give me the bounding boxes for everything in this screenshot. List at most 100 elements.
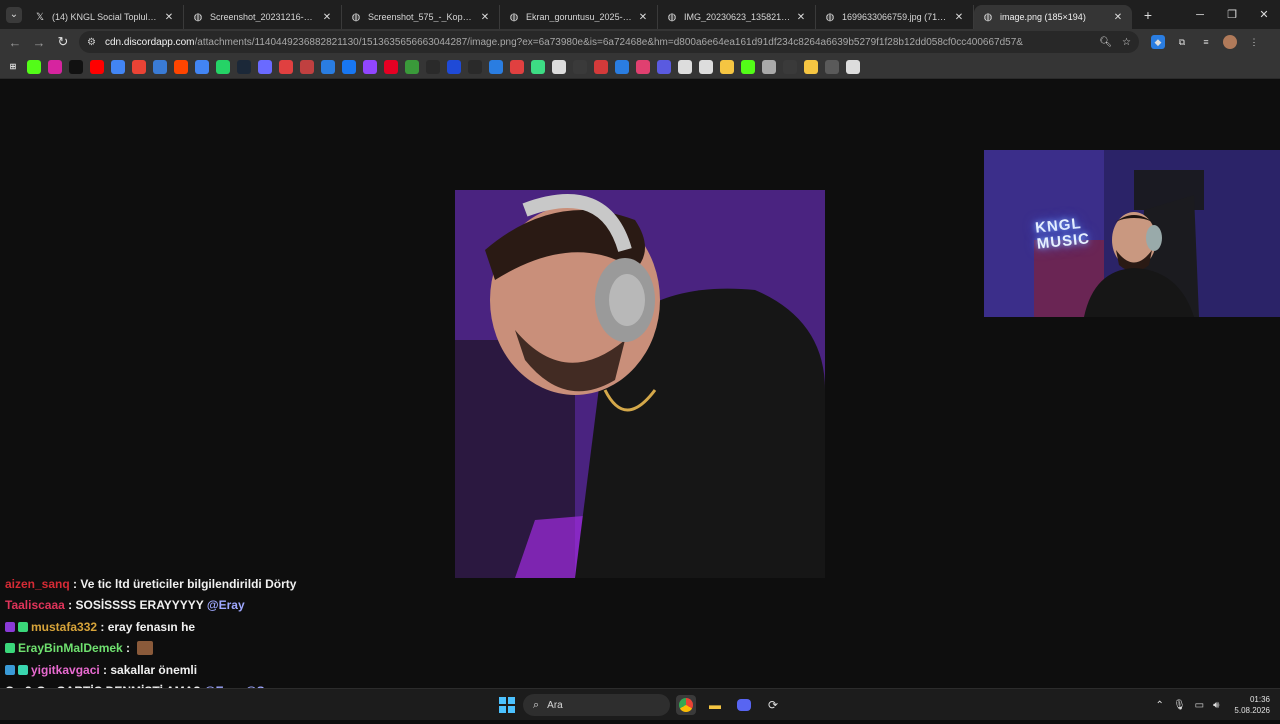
bookmark-chat-icon[interactable] (489, 59, 503, 74)
tab-search-button[interactable]: ⌄ (6, 6, 22, 23)
window-controls: ─ ❐ ✕ (1184, 0, 1280, 29)
bookmark-x-icon[interactable] (69, 59, 83, 74)
bookmark-video-icon[interactable] (279, 59, 293, 74)
zoom-icon[interactable]: 🔍︎ (1099, 37, 1112, 48)
minimize-button[interactable]: ─ (1184, 0, 1216, 29)
chat-message: aizen_sanq : Ve tic ltd üreticiler bilgi… (5, 573, 385, 595)
chat-username: yigitkavgaci (31, 662, 100, 677)
taskbar-search-placeholder: Ara (547, 699, 563, 711)
back-button[interactable]: ← (3, 30, 27, 54)
apps-grid-icon[interactable]: ⊞ (6, 60, 20, 74)
chat-text: : SOSİSSSS ERAYYYYY (64, 598, 207, 613)
file-explorer-icon[interactable]: ▬ (705, 695, 725, 715)
taskbar-clock[interactable]: 01:36 5.08.2026 (1234, 694, 1270, 716)
bookmark-terminal-icon[interactable] (468, 59, 482, 74)
chat-text: : eray fenasın he (97, 619, 196, 634)
extension-shield-icon[interactable]: ◆ (1151, 35, 1165, 49)
bookmark-bold-icon[interactable] (447, 59, 461, 74)
windows-taskbar: ⌕ Ara ▬ ⟳ ⌃ 🎙︎ ▭ 🔊︎ 01:36 5.08.2026 (0, 688, 1280, 720)
reload-button[interactable]: ↻ (51, 30, 75, 54)
bookmark-forward-icon[interactable] (615, 59, 629, 74)
chat-badge-icon (18, 664, 28, 675)
browser-tab[interactable]: 𝕏 (14) KNGL Social Topluluk / X ✕ (26, 5, 184, 29)
bookmark-game-icon[interactable] (825, 59, 839, 74)
display-icon[interactable]: ▭ (1195, 700, 1204, 711)
bookmark-instagram-icon[interactable] (48, 59, 62, 74)
app-taskbar-icon[interactable]: ⟳ (763, 695, 783, 715)
volume-icon[interactable]: 🔊︎ (1213, 700, 1219, 711)
taskbar-search[interactable]: ⌕ Ara (523, 694, 670, 716)
search-icon: ⌕ (533, 698, 540, 711)
extensions-puzzle-icon[interactable]: ⧉ (1175, 35, 1189, 49)
bookmark-android-icon[interactable] (531, 59, 545, 74)
bookmark-google-icon[interactable] (111, 59, 125, 74)
bookmark-tv-icon[interactable] (783, 59, 797, 74)
bookmark-link-icon[interactable] (258, 59, 272, 74)
bookmark-grid-icon[interactable] (846, 59, 860, 74)
bookmark-facebook-icon[interactable] (342, 59, 356, 74)
microphone-icon[interactable]: 🎙︎ (1173, 700, 1186, 711)
bookmark-folder-icon[interactable] (804, 59, 818, 74)
bookmark-reddit-icon[interactable] (174, 59, 188, 74)
start-button[interactable] (499, 697, 515, 713)
chat-text: : Ve tic ltd üreticiler bilgilendirildi … (69, 576, 297, 591)
browser-tab[interactable]: ◍ 1699633066759.jpg (716×1000 ✕ (816, 5, 974, 29)
close-window-button[interactable]: ✕ (1248, 0, 1280, 29)
bookmark-pinterest-icon[interactable] (384, 59, 398, 74)
tab-title: (14) KNGL Social Topluluk / X (52, 12, 159, 22)
bookmark-play-icon[interactable] (321, 59, 335, 74)
chrome-taskbar-icon[interactable] (676, 695, 696, 715)
close-tab-icon[interactable]: ✕ (953, 12, 965, 23)
bookmark-image-icon[interactable] (300, 59, 314, 74)
bookmark-shape-icon[interactable] (510, 59, 524, 74)
bookmark-whatsapp-icon[interactable] (216, 59, 230, 74)
bookmark-app-icon[interactable] (405, 59, 419, 74)
bookmark-tool-icon[interactable] (762, 59, 776, 74)
bookmark-twitch-icon[interactable] (363, 59, 377, 74)
chat-mention: @Eray (206, 598, 245, 613)
bookmark-browser-icon[interactable] (552, 59, 566, 74)
bookmark-weather-icon[interactable] (153, 59, 167, 74)
bookmark-pacman-icon[interactable] (720, 59, 734, 74)
browser-tab[interactable]: ◍ image.png (185×194) ✕ (974, 5, 1132, 29)
chat-text: : sakallar önemli (99, 662, 198, 677)
bookmark-link-icon[interactable] (636, 59, 650, 74)
profile-avatar[interactable] (1223, 35, 1237, 49)
close-tab-icon[interactable]: ✕ (795, 12, 807, 23)
bookmark-steam-icon[interactable] (237, 59, 251, 74)
menu-kebab-icon[interactable]: ⋮ (1247, 35, 1261, 49)
site-info-icon[interactable]: ⚙ (87, 37, 99, 48)
browser-tab[interactable]: ◍ Ekran_goruntusu_2025-11-05_ ✕ (500, 5, 658, 29)
close-tab-icon[interactable]: ✕ (479, 12, 491, 23)
bookmark-star-icon[interactable]: ☆ (1122, 37, 1131, 48)
tray-chevron-up-icon[interactable]: ⌃ (1156, 700, 1164, 711)
bookmark-image-icon[interactable] (678, 59, 692, 74)
chat-message: Taaliscaaa : SOSİSSSS ERAYYYYY @Eray (5, 595, 385, 617)
browser-tab[interactable]: ◍ IMG_20230623_135821.png (72 ✕ (658, 5, 816, 29)
close-tab-icon[interactable]: ✕ (637, 12, 649, 23)
browser-tab[interactable]: ◍ Screenshot_575_-_Kopya.png (✕ (342, 5, 500, 29)
bookmark-square-icon[interactable] (657, 59, 671, 74)
bookmark-link-icon[interactable] (426, 59, 440, 74)
bookmark-stack-icon[interactable] (699, 59, 713, 74)
reading-list-icon[interactable]: ≡ (1199, 35, 1213, 49)
bookmark-kick-icon[interactable] (741, 59, 755, 74)
close-tab-icon[interactable]: ✕ (163, 12, 175, 23)
close-tab-icon[interactable]: ✕ (1112, 12, 1124, 23)
bookmark-keyboard-icon[interactable] (573, 59, 587, 74)
maximize-button[interactable]: ❐ (1216, 0, 1248, 29)
address-bar[interactable]: ⚙ cdn.discordapp.com /attachments/114044… (79, 31, 1139, 53)
forward-button[interactable]: → (27, 30, 51, 54)
browser-tab[interactable]: ◍ Screenshot_20231216-200306_ ✕ (184, 5, 342, 29)
person-with-headphones-image (455, 190, 825, 578)
bookmark-translate-icon[interactable] (195, 59, 209, 74)
bookmark-kick-icon[interactable] (27, 59, 41, 74)
bookmark-gmail-icon[interactable] (132, 59, 146, 74)
close-tab-icon[interactable]: ✕ (321, 12, 333, 23)
new-tab-button[interactable]: + (1138, 7, 1158, 23)
bookmark-youtube-icon[interactable] (90, 59, 104, 74)
discord-taskbar-icon[interactable] (734, 695, 754, 715)
bookmark-chart-icon[interactable] (594, 59, 608, 74)
chat-message: ErayBinMalDemek : (5, 638, 385, 660)
browser-tab-strip: ⌄ 𝕏 (14) KNGL Social Topluluk / X ✕ ◍ Screen… (0, 0, 1280, 29)
